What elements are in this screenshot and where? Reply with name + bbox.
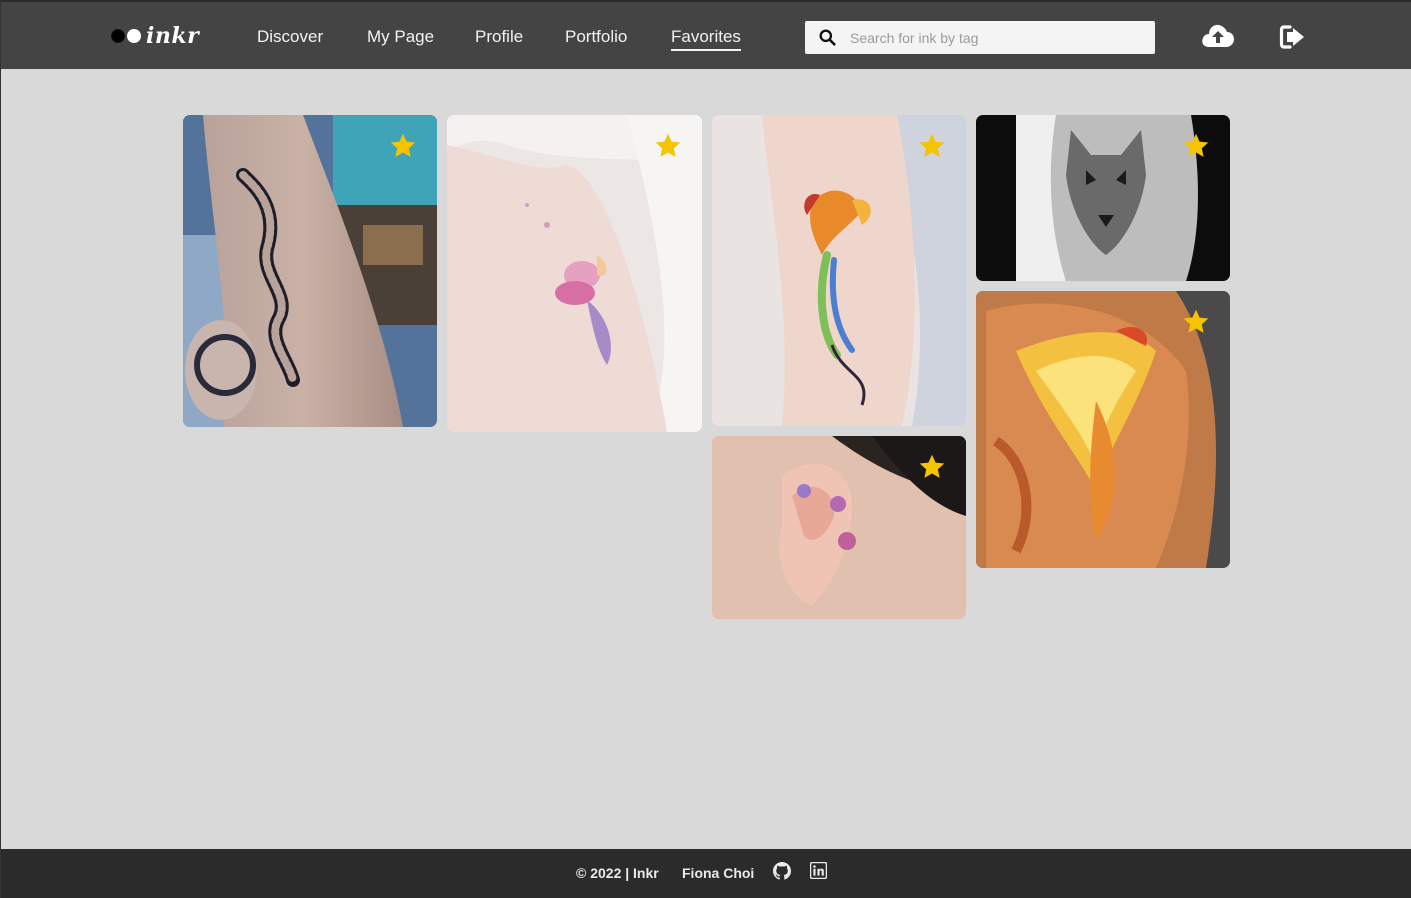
nav-profile[interactable]: Profile	[475, 27, 523, 47]
fairy-tattoo-image	[447, 115, 702, 432]
favorite-star-icon[interactable]	[918, 453, 946, 481]
tattoo-card-fairy[interactable]	[447, 115, 702, 432]
top-navbar: inkr Discover My Page Profile Portfolio …	[1, 0, 1411, 69]
search-icon[interactable]	[805, 29, 850, 46]
phoenix-watercolor-tattoo-image	[712, 115, 966, 426]
logo-black-dot	[111, 29, 125, 43]
footer-author[interactable]: Fiona Choi	[682, 865, 754, 881]
favorite-star-icon[interactable]	[1182, 308, 1210, 336]
favorite-star-icon[interactable]	[654, 132, 682, 160]
linkedin-icon[interactable]	[809, 861, 828, 882]
favorite-star-icon[interactable]	[918, 132, 946, 160]
favorite-star-icon[interactable]	[389, 132, 417, 160]
tattoo-card-phoenix-watercolor[interactable]	[712, 115, 966, 426]
snake-tattoo-image	[183, 115, 437, 427]
favorite-star-icon[interactable]	[1182, 132, 1210, 160]
nav-discover[interactable]: Discover	[257, 27, 323, 47]
search-bar	[805, 21, 1155, 54]
github-icon[interactable]	[773, 862, 791, 883]
logo-white-dot	[127, 29, 141, 43]
upload-cloud-icon[interactable]	[1201, 22, 1235, 55]
nav-my-page[interactable]: My Page	[367, 27, 434, 47]
tattoo-card-golden-phoenix[interactable]	[976, 291, 1230, 568]
tattoo-card-wolf[interactable]	[976, 115, 1230, 281]
tattoo-card-snake[interactable]	[183, 115, 437, 427]
logo-text: inkr	[146, 23, 200, 49]
footer-copyright: © 2022 | Inkr	[576, 865, 659, 881]
nav-favorites[interactable]: Favorites	[671, 27, 741, 51]
sign-out-icon[interactable]	[1279, 24, 1307, 55]
tattoo-card-ear-flowers[interactable]	[712, 436, 966, 619]
search-input[interactable]	[850, 29, 1140, 46]
nav-portfolio[interactable]: Portfolio	[565, 27, 627, 47]
inkr-logo[interactable]: inkr	[111, 22, 199, 50]
page-footer: © 2022 | Inkr Fiona Choi	[1, 849, 1411, 898]
